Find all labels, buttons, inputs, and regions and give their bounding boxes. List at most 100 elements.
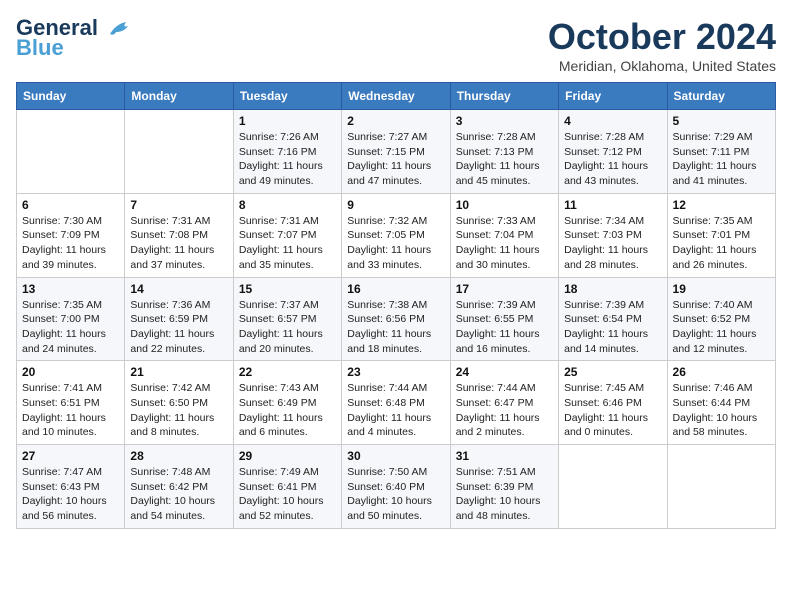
day-number: 8	[239, 198, 336, 212]
day-detail: Sunrise: 7:26 AM Sunset: 7:16 PM Dayligh…	[239, 130, 336, 189]
calendar-cell: 13 Sunrise: 7:35 AM Sunset: 7:00 PM Dayli…	[17, 277, 125, 361]
day-detail: Sunrise: 7:48 AM Sunset: 6:42 PM Dayligh…	[130, 465, 227, 524]
day-detail: Sunrise: 7:47 AM Sunset: 6:43 PM Dayligh…	[22, 465, 119, 524]
calendar-cell	[667, 445, 775, 529]
day-number: 25	[564, 365, 661, 379]
day-number: 27	[22, 449, 119, 463]
calendar-cell: 28 Sunrise: 7:48 AM Sunset: 6:42 PM Dayli…	[125, 445, 233, 529]
calendar-cell: 25 Sunrise: 7:45 AM Sunset: 6:46 PM Dayli…	[559, 361, 667, 445]
day-number: 19	[673, 282, 770, 296]
calendar-cell: 10 Sunrise: 7:33 AM Sunset: 7:04 PM Dayli…	[450, 193, 558, 277]
day-number: 13	[22, 282, 119, 296]
day-number: 23	[347, 365, 444, 379]
calendar-cell	[17, 110, 125, 194]
day-number: 16	[347, 282, 444, 296]
day-detail: Sunrise: 7:44 AM Sunset: 6:48 PM Dayligh…	[347, 381, 444, 440]
day-detail: Sunrise: 7:42 AM Sunset: 6:50 PM Dayligh…	[130, 381, 227, 440]
day-detail: Sunrise: 7:34 AM Sunset: 7:03 PM Dayligh…	[564, 214, 661, 273]
calendar-cell: 27 Sunrise: 7:47 AM Sunset: 6:43 PM Dayli…	[17, 445, 125, 529]
header-area: General Blue October 2024 Meridian, Okla…	[16, 16, 776, 74]
day-detail: Sunrise: 7:45 AM Sunset: 6:46 PM Dayligh…	[564, 381, 661, 440]
calendar-cell: 22 Sunrise: 7:43 AM Sunset: 6:49 PM Dayli…	[233, 361, 341, 445]
calendar-cell: 23 Sunrise: 7:44 AM Sunset: 6:48 PM Dayli…	[342, 361, 450, 445]
calendar-cell: 20 Sunrise: 7:41 AM Sunset: 6:51 PM Dayli…	[17, 361, 125, 445]
calendar-cell: 15Sunrise: 7:37 AM Sunset: 6:57 PM Dayli…	[233, 277, 341, 361]
calendar-cell: 18Sunrise: 7:39 AM Sunset: 6:54 PM Dayli…	[559, 277, 667, 361]
day-detail: Sunrise: 7:35 AM Sunset: 7:01 PM Dayligh…	[673, 214, 770, 273]
day-detail: Sunrise: 7:28 AM Sunset: 7:12 PM Dayligh…	[564, 130, 661, 189]
calendar-cell: 14Sunrise: 7:36 AM Sunset: 6:59 PM Dayli…	[125, 277, 233, 361]
day-number: 3	[456, 114, 553, 128]
weekday-header-friday: Friday	[559, 83, 667, 110]
day-detail: Sunrise: 7:28 AM Sunset: 7:13 PM Dayligh…	[456, 130, 553, 189]
day-detail: Sunrise: 7:40 AM Sunset: 6:52 PM Dayligh…	[673, 298, 770, 357]
calendar-cell: 11Sunrise: 7:34 AM Sunset: 7:03 PM Dayli…	[559, 193, 667, 277]
day-number: 9	[347, 198, 444, 212]
calendar-table: SundayMondayTuesdayWednesdayThursdayFrid…	[16, 82, 776, 529]
month-title: October 2024	[548, 16, 776, 58]
day-detail: Sunrise: 7:41 AM Sunset: 6:51 PM Dayligh…	[22, 381, 119, 440]
calendar-cell: 4 Sunrise: 7:28 AM Sunset: 7:12 PM Daylig…	[559, 110, 667, 194]
day-number: 4	[564, 114, 661, 128]
day-detail: Sunrise: 7:31 AM Sunset: 7:07 PM Dayligh…	[239, 214, 336, 273]
calendar-cell: 19 Sunrise: 7:40 AM Sunset: 6:52 PM Dayli…	[667, 277, 775, 361]
weekday-header-sunday: Sunday	[17, 83, 125, 110]
calendar-cell: 17Sunrise: 7:39 AM Sunset: 6:55 PM Dayli…	[450, 277, 558, 361]
day-number: 20	[22, 365, 119, 379]
day-number: 1	[239, 114, 336, 128]
day-number: 7	[130, 198, 227, 212]
calendar-cell: 24 Sunrise: 7:44 AM Sunset: 6:47 PM Dayli…	[450, 361, 558, 445]
day-detail: Sunrise: 7:32 AM Sunset: 7:05 PM Dayligh…	[347, 214, 444, 273]
calendar-cell: 29 Sunrise: 7:49 AM Sunset: 6:41 PM Dayli…	[233, 445, 341, 529]
calendar-cell: 16 Sunrise: 7:38 AM Sunset: 6:56 PM Dayli…	[342, 277, 450, 361]
day-number: 26	[673, 365, 770, 379]
week-row-2: 6Sunrise: 7:30 AM Sunset: 7:09 PM Daylig…	[17, 193, 776, 277]
day-number: 24	[456, 365, 553, 379]
calendar-cell: 12Sunrise: 7:35 AM Sunset: 7:01 PM Dayli…	[667, 193, 775, 277]
calendar-cell: 8 Sunrise: 7:31 AM Sunset: 7:07 PM Daylig…	[233, 193, 341, 277]
day-number: 31	[456, 449, 553, 463]
calendar-cell: 7Sunrise: 7:31 AM Sunset: 7:08 PM Daylig…	[125, 193, 233, 277]
weekday-header-wednesday: Wednesday	[342, 83, 450, 110]
day-detail: Sunrise: 7:36 AM Sunset: 6:59 PM Dayligh…	[130, 298, 227, 357]
calendar-cell: 30 Sunrise: 7:50 AM Sunset: 6:40 PM Dayli…	[342, 445, 450, 529]
calendar-cell: 6Sunrise: 7:30 AM Sunset: 7:09 PM Daylig…	[17, 193, 125, 277]
calendar-cell: 26 Sunrise: 7:46 AM Sunset: 6:44 PM Dayli…	[667, 361, 775, 445]
calendar-cell: 9 Sunrise: 7:32 AM Sunset: 7:05 PM Daylig…	[342, 193, 450, 277]
week-row-1: 1 Sunrise: 7:26 AM Sunset: 7:16 PM Daylig…	[17, 110, 776, 194]
calendar-cell	[125, 110, 233, 194]
calendar-cell: 5Sunrise: 7:29 AM Sunset: 7:11 PM Daylig…	[667, 110, 775, 194]
day-detail: Sunrise: 7:46 AM Sunset: 6:44 PM Dayligh…	[673, 381, 770, 440]
weekday-header-tuesday: Tuesday	[233, 83, 341, 110]
location: Meridian, Oklahoma, United States	[548, 58, 776, 74]
day-number: 30	[347, 449, 444, 463]
day-detail: Sunrise: 7:43 AM Sunset: 6:49 PM Dayligh…	[239, 381, 336, 440]
week-row-3: 13 Sunrise: 7:35 AM Sunset: 7:00 PM Dayli…	[17, 277, 776, 361]
day-number: 15	[239, 282, 336, 296]
day-detail: Sunrise: 7:51 AM Sunset: 6:39 PM Dayligh…	[456, 465, 553, 524]
day-number: 10	[456, 198, 553, 212]
day-detail: Sunrise: 7:38 AM Sunset: 6:56 PM Dayligh…	[347, 298, 444, 357]
day-detail: Sunrise: 7:39 AM Sunset: 6:54 PM Dayligh…	[564, 298, 661, 357]
logo-bird-icon	[106, 20, 134, 38]
week-row-5: 27 Sunrise: 7:47 AM Sunset: 6:43 PM Dayli…	[17, 445, 776, 529]
day-number: 21	[130, 365, 227, 379]
weekday-header-row: SundayMondayTuesdayWednesdayThursdayFrid…	[17, 83, 776, 110]
calendar-cell: 21 Sunrise: 7:42 AM Sunset: 6:50 PM Dayli…	[125, 361, 233, 445]
day-detail: Sunrise: 7:35 AM Sunset: 7:00 PM Dayligh…	[22, 298, 119, 357]
logo-blue: Blue	[16, 35, 64, 60]
day-number: 29	[239, 449, 336, 463]
day-number: 2	[347, 114, 444, 128]
day-detail: Sunrise: 7:49 AM Sunset: 6:41 PM Dayligh…	[239, 465, 336, 524]
day-number: 22	[239, 365, 336, 379]
day-detail: Sunrise: 7:27 AM Sunset: 7:15 PM Dayligh…	[347, 130, 444, 189]
calendar-cell: 2 Sunrise: 7:27 AM Sunset: 7:15 PM Daylig…	[342, 110, 450, 194]
day-detail: Sunrise: 7:29 AM Sunset: 7:11 PM Dayligh…	[673, 130, 770, 189]
week-row-4: 20 Sunrise: 7:41 AM Sunset: 6:51 PM Dayli…	[17, 361, 776, 445]
day-number: 28	[130, 449, 227, 463]
logo: General Blue	[16, 16, 134, 60]
day-detail: Sunrise: 7:50 AM Sunset: 6:40 PM Dayligh…	[347, 465, 444, 524]
day-detail: Sunrise: 7:33 AM Sunset: 7:04 PM Dayligh…	[456, 214, 553, 273]
day-detail: Sunrise: 7:44 AM Sunset: 6:47 PM Dayligh…	[456, 381, 553, 440]
weekday-header-monday: Monday	[125, 83, 233, 110]
